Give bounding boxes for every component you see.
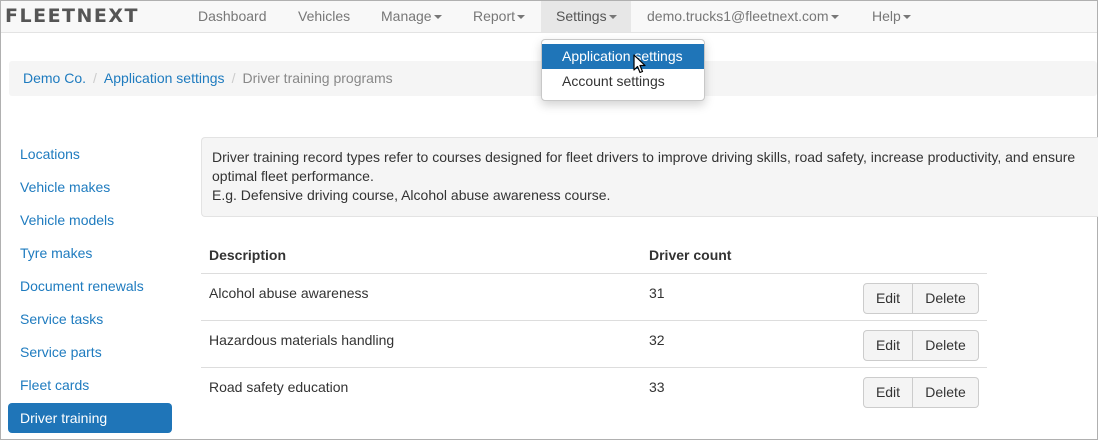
sidebar-item-fleet-cards[interactable]: Fleet cards [8,370,172,400]
chevron-down-icon [517,15,526,20]
delete-button[interactable]: Delete [913,330,979,361]
nav-dashboard[interactable]: Dashboard [190,1,275,32]
row-divider [855,273,987,274]
sidebar-item-vehicle-makes[interactable]: Vehicle makes [8,172,172,202]
nav-settings[interactable]: Settings [541,1,631,32]
row-driver-count: 31 [649,285,665,301]
menu-item-account-settings[interactable]: Account settings [542,69,704,94]
info-text-line: Driver training record types refer to co… [212,149,1076,165]
menu-item-application-settings[interactable]: Application settings [542,44,704,69]
row-driver-count: 32 [649,332,665,348]
top-navbar: FLEETNEXT Dashboard Vehicles Manage Repo… [1,1,1097,33]
column-header-driver-count: Driver count [649,247,732,263]
row-divider [201,367,855,368]
delete-button[interactable]: Delete [913,283,979,314]
row-actions: Edit Delete [863,377,979,408]
edit-button[interactable]: Edit [863,377,913,408]
delete-button[interactable]: Delete [913,377,979,408]
row-description: Hazardous materials handling [209,332,395,348]
chevron-down-icon [830,15,839,20]
chevron-down-icon [433,15,442,20]
mouse-pointer-icon [633,54,646,74]
row-divider [201,273,855,274]
nav-vehicles[interactable]: Vehicles [290,1,358,32]
chevron-down-icon [902,15,911,20]
edit-button[interactable]: Edit [863,283,913,314]
sidebar-item-service-parts[interactable]: Service parts [8,337,172,367]
row-divider [855,320,987,321]
info-text-line: E.g. Defensive driving course, Alcohol a… [212,187,611,203]
settings-dropdown-menu: Application settings Account settings [541,39,705,101]
info-text-line: optimal fleet performance. [212,168,374,184]
column-header-description: Description [209,247,287,263]
row-divider [201,320,855,321]
breadcrumb-separator: / [231,70,236,86]
nav-help[interactable]: Help [864,1,919,32]
edit-button[interactable]: Edit [863,330,913,361]
row-description: Road safety education [209,379,349,395]
row-actions: Edit Delete [863,283,979,314]
nav-account[interactable]: demo.trucks1@fleetnext.com [639,1,847,32]
nav-report[interactable]: Report [465,1,533,32]
brand-logo[interactable]: FLEETNEXT [5,5,139,27]
sidebar-item-driver-training[interactable]: Driver training [8,403,172,433]
row-driver-count: 33 [649,379,665,395]
row-divider [855,367,987,368]
breadcrumb-application-settings[interactable]: Application settings [104,70,225,86]
breadcrumb-separator: / [93,70,97,86]
info-box: Driver training record types refer to co… [201,137,1098,217]
row-actions: Edit Delete [863,330,979,361]
breadcrumb-company[interactable]: Demo Co. [23,70,86,86]
chevron-down-icon [608,15,617,20]
sidebar-item-document-renewals[interactable]: Document renewals [8,271,172,301]
sidebar-item-vehicle-models[interactable]: Vehicle models [8,205,172,235]
sidebar-item-tyre-makes[interactable]: Tyre makes [8,238,172,268]
sidebar-item-service-tasks[interactable]: Service tasks [8,304,172,334]
sidebar-item-locations[interactable]: Locations [8,139,172,169]
breadcrumb-current: Driver training programs [242,70,393,86]
row-description: Alcohol abuse awareness [209,285,369,301]
nav-manage[interactable]: Manage [373,1,450,32]
